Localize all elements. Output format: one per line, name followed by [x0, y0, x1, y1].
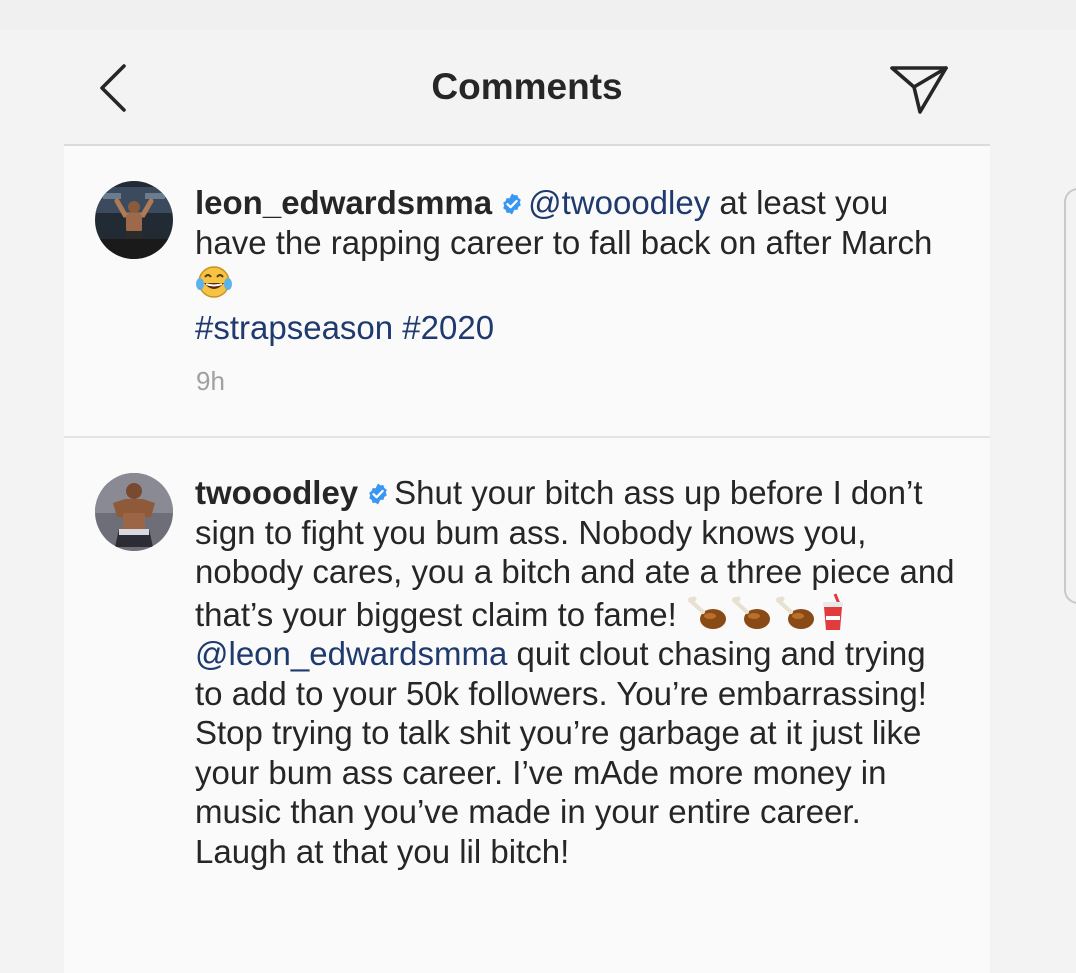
comment-hashtags[interactable]: #strapseason #2020: [195, 308, 494, 348]
verified-badge-icon: [503, 193, 521, 215]
comment-mention[interactable]: @leon_edwardsmma: [195, 635, 507, 672]
comment-username[interactable]: leon_edwardsmma: [195, 184, 492, 221]
comment-timestamp: 9h: [196, 366, 225, 396]
emoji-row: [686, 592, 848, 633]
comment-username[interactable]: twooodley: [195, 474, 358, 511]
avatar-image: [95, 181, 173, 259]
verified-badge-icon: [369, 483, 387, 505]
comment-divider: [64, 436, 990, 438]
comment-mention[interactable]: @twooodley: [528, 184, 710, 221]
avatar[interactable]: [95, 181, 173, 259]
share-button[interactable]: [884, 60, 954, 120]
status-bar-strip: [0, 0, 1076, 30]
poultry-leg-icon: [775, 596, 814, 629]
comment-body: leon_edwardsmma @twooodley at least you h…: [195, 183, 955, 347]
poultry-leg-icon: [687, 596, 726, 629]
cup-with-straw-icon: [822, 592, 843, 630]
laughing-tears-emoji-icon: [196, 266, 232, 298]
comment-body: twooodley Shut your bitch ass up before I…: [195, 473, 955, 871]
avatar[interactable]: [95, 473, 173, 551]
paper-plane-icon: [890, 66, 948, 114]
device-edge: [1064, 188, 1076, 604]
poultry-leg-icon: [731, 596, 770, 629]
comments-header: Comments: [0, 30, 1076, 144]
avatar-image: [95, 473, 173, 551]
